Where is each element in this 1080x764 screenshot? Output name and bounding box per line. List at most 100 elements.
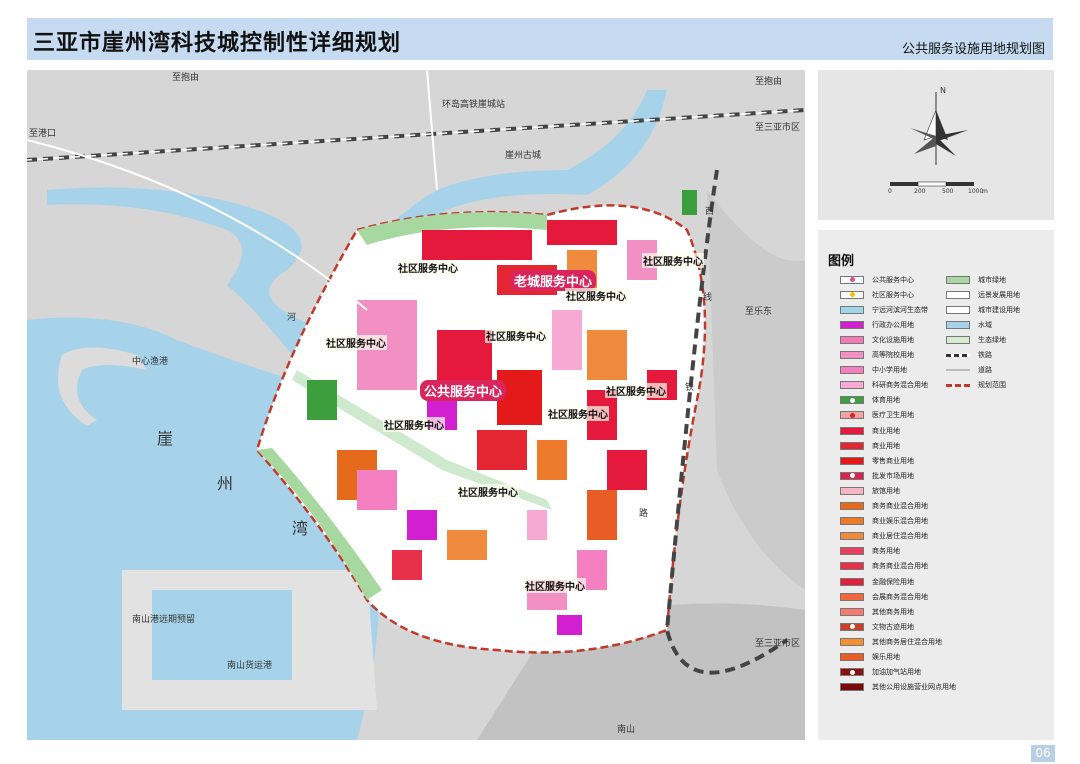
legend-swatch: [840, 577, 864, 586]
legend-label: 城市建设用地: [978, 305, 1020, 314]
legend-swatch: [840, 275, 864, 284]
legend-title: 图例: [828, 254, 855, 269]
legend-label: 批发市场用地: [872, 471, 914, 480]
label-river-he: 河: [287, 313, 297, 323]
legend-item: 水域: [946, 319, 992, 330]
legend-item: 金融保险用地: [840, 576, 914, 587]
header-bar: 三亚市崖州湾科技城控制性详细规划 公共服务设施用地规划图: [27, 18, 1053, 60]
legend-swatch: [840, 668, 864, 677]
legend-item: 行政办公用地: [840, 319, 914, 330]
legend-item: 铁路: [946, 350, 992, 361]
community-center-5[interactable]: 社区服务中心: [325, 335, 387, 350]
legend-swatch: [946, 369, 970, 372]
page-title: 三亚市崖州湾科技城控制性详细规划: [33, 31, 402, 56]
scale-0: 0: [888, 188, 892, 195]
legend-swatch: [840, 532, 864, 541]
legend-swatch: [840, 411, 864, 420]
north-arrow-icon: [890, 92, 974, 187]
community-center-4[interactable]: 社区服务中心: [485, 328, 547, 343]
legend-swatch: [840, 335, 864, 344]
legend-swatch: [840, 547, 864, 556]
scale-1000: 1000: [968, 188, 984, 195]
legend-swatch: [840, 396, 864, 405]
legend-swatch: [840, 471, 864, 480]
legend-item: 商业用地: [840, 425, 900, 436]
label-railway-station: 环岛高铁崖城站: [442, 100, 506, 110]
legend-label: 道路: [978, 366, 992, 375]
label-to-sanya-bottom: 至三亚市区: [755, 639, 801, 649]
legend-label: 体育用地: [872, 396, 900, 405]
legend-marker-icon: [849, 292, 855, 298]
legend-item: 中小学用地: [840, 365, 907, 376]
public-service-center[interactable]: 公共服务中心: [420, 380, 507, 401]
community-center-3[interactable]: 社区服务中心: [565, 288, 627, 303]
legend-item: 高等院校用地: [840, 350, 914, 361]
legend-label: 社区服务中心: [872, 290, 914, 299]
label-nanshan-port-reserve: 南山港远期预留: [132, 615, 196, 625]
legend-item: 旅馆用地: [840, 485, 900, 496]
legend-label: 中小学用地: [872, 366, 907, 375]
legend-label: 其他商务居住混合用地: [872, 637, 942, 646]
label-nanshan-cargo-port: 南山货运港: [227, 661, 273, 671]
legend-swatch: [840, 517, 864, 526]
label-yacheng-old-town: 崖州古城: [505, 151, 542, 161]
legend-label: 商业用地: [872, 441, 900, 450]
community-center-1[interactable]: 社区服务中心: [397, 260, 459, 275]
legend-marker-icon: [849, 473, 855, 479]
legend-swatch: [840, 426, 864, 435]
legend-item: 其他商务居住混合用地: [840, 636, 942, 647]
legend-label: 高等院校用地: [872, 351, 914, 359]
legend-label: 远景发展用地: [978, 290, 1020, 299]
legend-marker-icon: [849, 397, 855, 403]
legend-item: 会展商务混合用地: [840, 591, 928, 602]
legend-swatch: [840, 607, 864, 616]
legend-label: 加油加气站用地: [872, 668, 921, 677]
scale-200: 200: [914, 188, 926, 195]
legend-item: 社区服务中心: [840, 289, 914, 300]
community-center-8[interactable]: 社区服务中心: [383, 417, 445, 432]
legend-marker-icon: [849, 624, 855, 630]
legend-swatch: [840, 351, 864, 359]
legend-item: 其他商务用地: [840, 606, 914, 617]
community-center-6[interactable]: 社区服务中心: [605, 383, 667, 398]
land-use-map[interactable]: 至抱由 至抱由 至港口 环岛高铁崖城站 至三亚市区 崖州古城 至乐东 中心渔港 …: [27, 70, 805, 740]
legend-swatch: [840, 290, 864, 299]
page-number: 06: [1031, 745, 1055, 762]
legend-item: 远景发展用地: [946, 289, 1020, 300]
legend-swatch: [840, 381, 864, 390]
legend-marker-icon: [849, 669, 855, 675]
legend-label: 医疗卫生用地: [872, 411, 914, 420]
legend-swatch: [840, 366, 864, 375]
legend-item: 公共服务中心: [840, 274, 914, 285]
legend-item: 商务商业混合用地: [840, 561, 928, 572]
community-center-10[interactable]: 社区服务中心: [524, 578, 586, 593]
community-center-2[interactable]: 社区服务中心: [642, 253, 704, 268]
legend-label: 商务用地: [872, 547, 900, 556]
legend-label: 商业用地: [872, 426, 900, 435]
label-to-baoyou-right: 至抱由: [755, 77, 783, 87]
legend-swatch: [946, 335, 970, 344]
community-center-7[interactable]: 社区服务中心: [547, 406, 609, 421]
legend-item: 医疗卫生用地: [840, 410, 914, 421]
legend-label: 商务商业混合用地: [872, 502, 928, 510]
legend-label: 生态绿地: [978, 335, 1006, 344]
legend-item: 城市建设用地: [946, 304, 1020, 315]
page-subtitle: 公共服务设施用地规划图: [901, 42, 1045, 57]
community-center-9[interactable]: 社区服务中心: [457, 484, 519, 499]
label-bay-3: 湾: [292, 519, 309, 538]
legend-swatch: [946, 383, 970, 387]
legend-label: 文物古迹用地: [872, 622, 914, 631]
legend-label: 水域: [978, 320, 992, 329]
legend-item: 体育用地: [840, 395, 900, 406]
legend-label: 其他公用设施营业网点用地: [872, 683, 956, 692]
scale-500: 500: [942, 188, 954, 195]
scale-unit: m: [982, 188, 988, 195]
legend-swatch: [946, 320, 970, 329]
legend-swatch: [840, 502, 864, 510]
legend-item: 商业居住混合用地: [840, 531, 928, 542]
legend-label: 娱乐用地: [872, 653, 900, 661]
legend-item: 零售商业用地: [840, 455, 914, 466]
legend-panel: 图例 公共服务中心 社区服务中心 宁远河滨河生态带 行政办公用地 文化设施用地 高等院校用…: [818, 230, 1054, 740]
legend-item: 商业用地: [840, 440, 900, 451]
label-road-xian: 线: [703, 293, 713, 303]
